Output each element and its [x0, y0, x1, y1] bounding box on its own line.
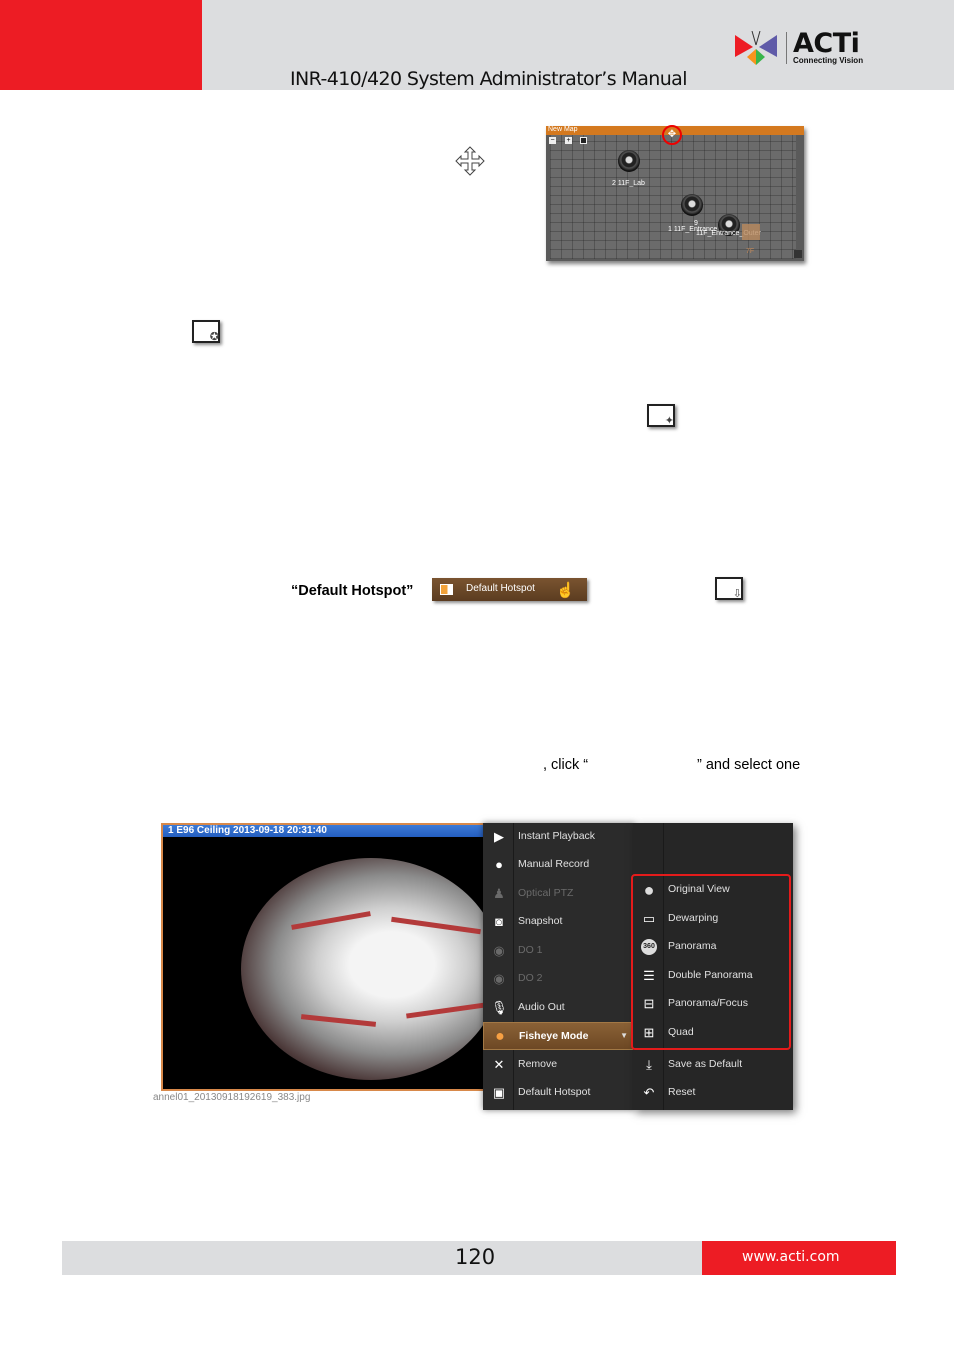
menu-item-manual-record[interactable]: ● Manual Record: [483, 851, 635, 879]
zoom-out-icon[interactable]: −: [549, 137, 556, 144]
do-icon: ◉: [493, 971, 505, 986]
menu-item-audio-out[interactable]: 🎙 Audio Out: [483, 994, 635, 1022]
ptz-icon: ♟: [493, 886, 505, 901]
hotspot-icon: ▣: [492, 1085, 506, 1100]
record-icon: ●: [495, 857, 503, 872]
link-hotspot-icon[interactable]: [742, 224, 760, 240]
hotspot-icon: [440, 584, 453, 595]
default-hotspot-icon: ✪: [192, 320, 220, 343]
fisheye-icon: ●: [495, 1028, 505, 1045]
hotspot-download-icon: ⇩: [715, 577, 743, 600]
default-hotspot-label: “Default Hotspot”: [291, 583, 414, 599]
fit-icon[interactable]: [580, 137, 587, 144]
menu-item-fisheye-mode[interactable]: ● Fisheye Mode ▼: [483, 1022, 635, 1050]
floor-plan[interactable]: [550, 135, 796, 259]
menu-item-do2[interactable]: ◉ DO 2: [483, 965, 635, 993]
page-number: 120: [455, 1245, 496, 1269]
undo-icon: ↶: [643, 1085, 655, 1100]
header-red-block: [0, 0, 202, 90]
chevron-down-icon: ▼: [620, 1031, 628, 1040]
snapshot-filename: annel01_20130918192619_383.jpg: [153, 1092, 311, 1103]
default-hotspot-menu-button[interactable]: Default Hotspot ☝: [432, 578, 587, 601]
footer-grey-band: [62, 1241, 702, 1275]
camera-icon: ◙: [495, 914, 503, 929]
video-channel[interactable]: 1 E96 Ceiling 2013-09-18 20:31:40: [161, 823, 501, 1091]
map-screenshot: New Map ✥ − + 2 11F_Lab 9 1 11F_Entrance…: [546, 125, 804, 261]
menu-item-optical-ptz[interactable]: ♟ Optical PTZ: [483, 880, 635, 908]
menu-item-default-hotspot[interactable]: ▣ Default Hotspot: [483, 1079, 635, 1107]
highlight-box: [631, 874, 791, 1050]
close-icon: ✕: [493, 1057, 505, 1072]
default-hotspot-button-label: Default Hotspot: [466, 583, 535, 594]
microphone-icon: 🎙: [491, 1000, 508, 1015]
play-icon: ▶: [494, 829, 504, 844]
menu-item-remove[interactable]: ✕ Remove: [483, 1051, 635, 1079]
hotspot-pin-icon: ✦: [647, 404, 675, 427]
resize-icon[interactable]: [794, 250, 802, 258]
map-title: New Map: [548, 126, 578, 133]
fisheye-screenshot: 1 E96 Ceiling 2013-09-18 20:31:40 annel0…: [153, 818, 796, 1110]
move-cross-icon: [455, 146, 485, 176]
map-move-handle-icon[interactable]: ✥: [662, 125, 682, 145]
fisheye-instruction-part1: , click “: [543, 757, 589, 773]
submenu-item-save-as-default[interactable]: ⤓ Save as Default: [633, 1051, 793, 1079]
logo-tagline: Connecting Vision: [793, 56, 864, 65]
website-link[interactable]: www.acti.com: [742, 1249, 840, 1265]
logo-divider: [786, 32, 787, 64]
download-icon: ⤓: [646, 1057, 652, 1072]
channel-title: 1 E96 Ceiling 2013-09-18 20:31:40: [168, 825, 327, 836]
document-title: INR-410/420 System Administrator’s Manua…: [290, 68, 688, 90]
floor-label: 7F: [746, 248, 755, 255]
acti-logo-icon: [735, 31, 777, 65]
camera-marker-icon[interactable]: [681, 194, 703, 216]
camera-marker-icon[interactable]: [618, 150, 640, 172]
logo-brand: ACTi: [793, 28, 860, 59]
fisheye-instruction-part2: ” and select one: [697, 757, 801, 773]
context-menu: ▶ Instant Playback ● Manual Record ♟ Optica…: [483, 823, 635, 1110]
menu-item-instant-playback[interactable]: ▶ Instant Playback: [483, 823, 635, 851]
zoom-in-icon[interactable]: +: [565, 137, 572, 144]
submenu-item-reset[interactable]: ↶ Reset: [633, 1079, 793, 1107]
do-icon: ◉: [493, 943, 505, 958]
camera-label: 2 11F_Lab: [612, 180, 645, 187]
menu-item-do1[interactable]: ◉ DO 1: [483, 937, 635, 965]
hand-cursor-icon: ☝: [556, 582, 575, 599]
channel-titlebar: 1 E96 Ceiling 2013-09-18 20:31:40: [163, 825, 488, 837]
fisheye-video-image: [241, 858, 501, 1080]
menu-item-snapshot[interactable]: ◙ Snapshot: [483, 908, 635, 936]
